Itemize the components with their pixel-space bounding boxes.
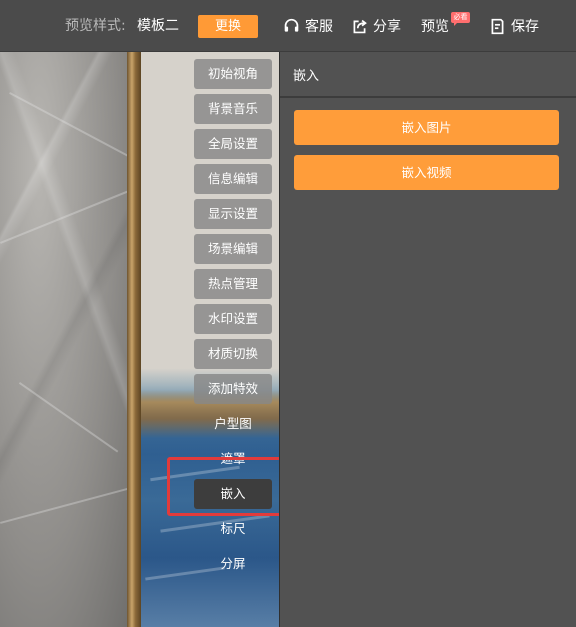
menu-item-scene-edit[interactable]: 场景编辑: [194, 234, 272, 264]
menu-item-initial-view[interactable]: 初始视角: [194, 59, 272, 89]
share-icon: [353, 19, 367, 33]
embed-video-button[interactable]: 嵌入视频: [294, 155, 559, 190]
menu-item-add-effects[interactable]: 添加特效: [194, 374, 272, 404]
menu-item-hotspot-management[interactable]: 热点管理: [194, 269, 272, 299]
top-header: 预览样式: 模板二 更换 客服 分享 预览 必看 保存: [0, 0, 576, 52]
save-document-icon: [491, 18, 504, 34]
headset-icon: [284, 18, 299, 32]
panel-title: 嵌入: [293, 69, 320, 84]
selection-highlight-box: [167, 457, 287, 516]
save-label: 保存: [511, 19, 539, 35]
marble-wall-texture: [0, 52, 130, 627]
customer-service-label: 客服: [305, 19, 333, 35]
menu-item-split-screen[interactable]: 分屏: [194, 549, 272, 579]
template-style-value: 模板二: [137, 18, 179, 34]
share-button[interactable]: 分享: [351, 15, 401, 37]
panel-header: 嵌入: [280, 52, 576, 98]
gold-frame-edge: [127, 52, 141, 627]
menu-item-display-settings[interactable]: 显示设置: [194, 199, 272, 229]
share-label: 分享: [373, 19, 401, 35]
preview-button[interactable]: 预览: [421, 15, 449, 37]
preview-label: 预览: [421, 19, 449, 35]
menu-item-ruler[interactable]: 标尺: [194, 514, 272, 544]
menu-item-background-music[interactable]: 背景音乐: [194, 94, 272, 124]
customer-service-button[interactable]: 客服: [283, 15, 333, 37]
template-style-label: 预览样式:: [65, 18, 126, 34]
embed-image-button[interactable]: 嵌入图片: [294, 110, 559, 145]
save-button[interactable]: 保存: [489, 15, 539, 37]
menu-item-watermark-settings[interactable]: 水印设置: [194, 304, 272, 334]
menu-item-info-edit[interactable]: 信息编辑: [194, 164, 272, 194]
embed-panel: 嵌入 嵌入图片 嵌入视频: [280, 52, 576, 627]
menu-item-global-settings[interactable]: 全局设置: [194, 129, 272, 159]
app-root: 预览样式: 模板二 更换 客服 分享 预览 必看 保存 初始视角 背景音乐 全局…: [0, 0, 576, 627]
preview-badge: 必看: [451, 12, 470, 26]
menu-item-floor-plan[interactable]: 户型图: [194, 409, 272, 439]
menu-item-material-switch[interactable]: 材质切换: [194, 339, 272, 369]
change-template-button[interactable]: 更换: [198, 15, 258, 38]
